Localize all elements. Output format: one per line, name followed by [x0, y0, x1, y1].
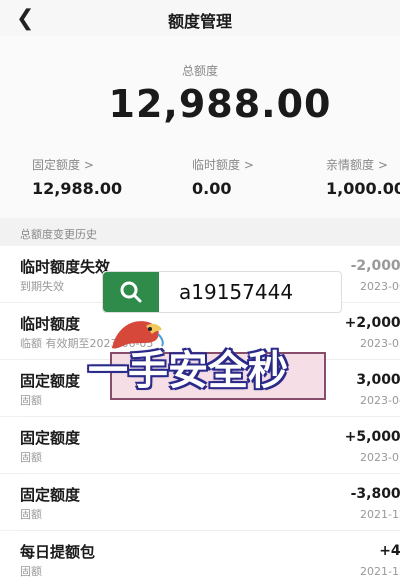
temp-credit-value: 0.00: [192, 179, 232, 198]
family-credit-link[interactable]: 亲情额度 > 1,000.00: [326, 156, 400, 198]
search-icon: [103, 272, 159, 312]
family-credit-label: 亲情额度 >: [326, 158, 388, 172]
credit-summary: 总额度 12,988.00 固定额度 > 12,988.00 临时额度 > 0.…: [0, 36, 400, 218]
nav-header: ❮ 额度管理: [0, 0, 400, 36]
fixed-credit-value: 12,988.00: [32, 179, 123, 198]
fixed-credit-label: 固定额度 >: [32, 158, 94, 172]
item-amount: +2,000.: [344, 315, 400, 331]
item-sub: 固额: [20, 394, 42, 407]
watermark-banner-text: 一手安全秒: [88, 348, 288, 394]
family-credit-value: 1,000.00: [326, 179, 400, 198]
item-name: 每日提额包: [20, 543, 96, 561]
watermark-banner: 一手安全秒: [88, 338, 372, 402]
temp-credit-label: 临时额度 >: [192, 158, 254, 172]
item-date: 2021-12: [360, 508, 400, 521]
item-name: 固定额度: [20, 429, 81, 447]
item-name: 固定额度: [20, 372, 81, 390]
search-watermark-text: a19157444: [179, 280, 294, 304]
list-item[interactable]: 每日提额包 固额 +4. 2021-12: [0, 531, 400, 587]
item-name: 临时额度失效: [20, 258, 111, 276]
item-sub: 固额: [20, 508, 42, 521]
temp-credit-link[interactable]: 临时额度 > 0.00: [192, 156, 254, 198]
item-sub: 固额: [20, 451, 42, 464]
fixed-credit-link[interactable]: 固定额度 > 12,988.00: [32, 156, 122, 198]
total-label: 总额度: [181, 64, 218, 78]
item-amount: +4.: [379, 543, 400, 559]
page-title: 额度管理: [167, 12, 232, 31]
item-amount: -3,800.: [350, 486, 400, 502]
item-name: 固定额度: [20, 486, 81, 504]
list-item[interactable]: 固定额度 固额 -3,800. 2021-12: [0, 474, 400, 530]
item-amount: +5,000.: [344, 429, 400, 445]
search-watermark: a19157444: [102, 271, 342, 313]
item-date: 2023-06: [360, 280, 400, 293]
history-section-label: 总额度变更历史: [20, 228, 97, 241]
list-item[interactable]: 固定额度 固额 +5,000. 2023-03: [0, 417, 400, 473]
total-value: 12,988.00: [108, 82, 332, 126]
item-date: 2021-12: [360, 565, 400, 578]
item-name: 临时额度: [20, 315, 81, 333]
item-date: 2023-03: [360, 451, 400, 464]
item-sub: 到期失效: [20, 280, 64, 293]
item-amount: -2,000.: [350, 258, 400, 274]
item-sub: 固额: [20, 565, 42, 578]
